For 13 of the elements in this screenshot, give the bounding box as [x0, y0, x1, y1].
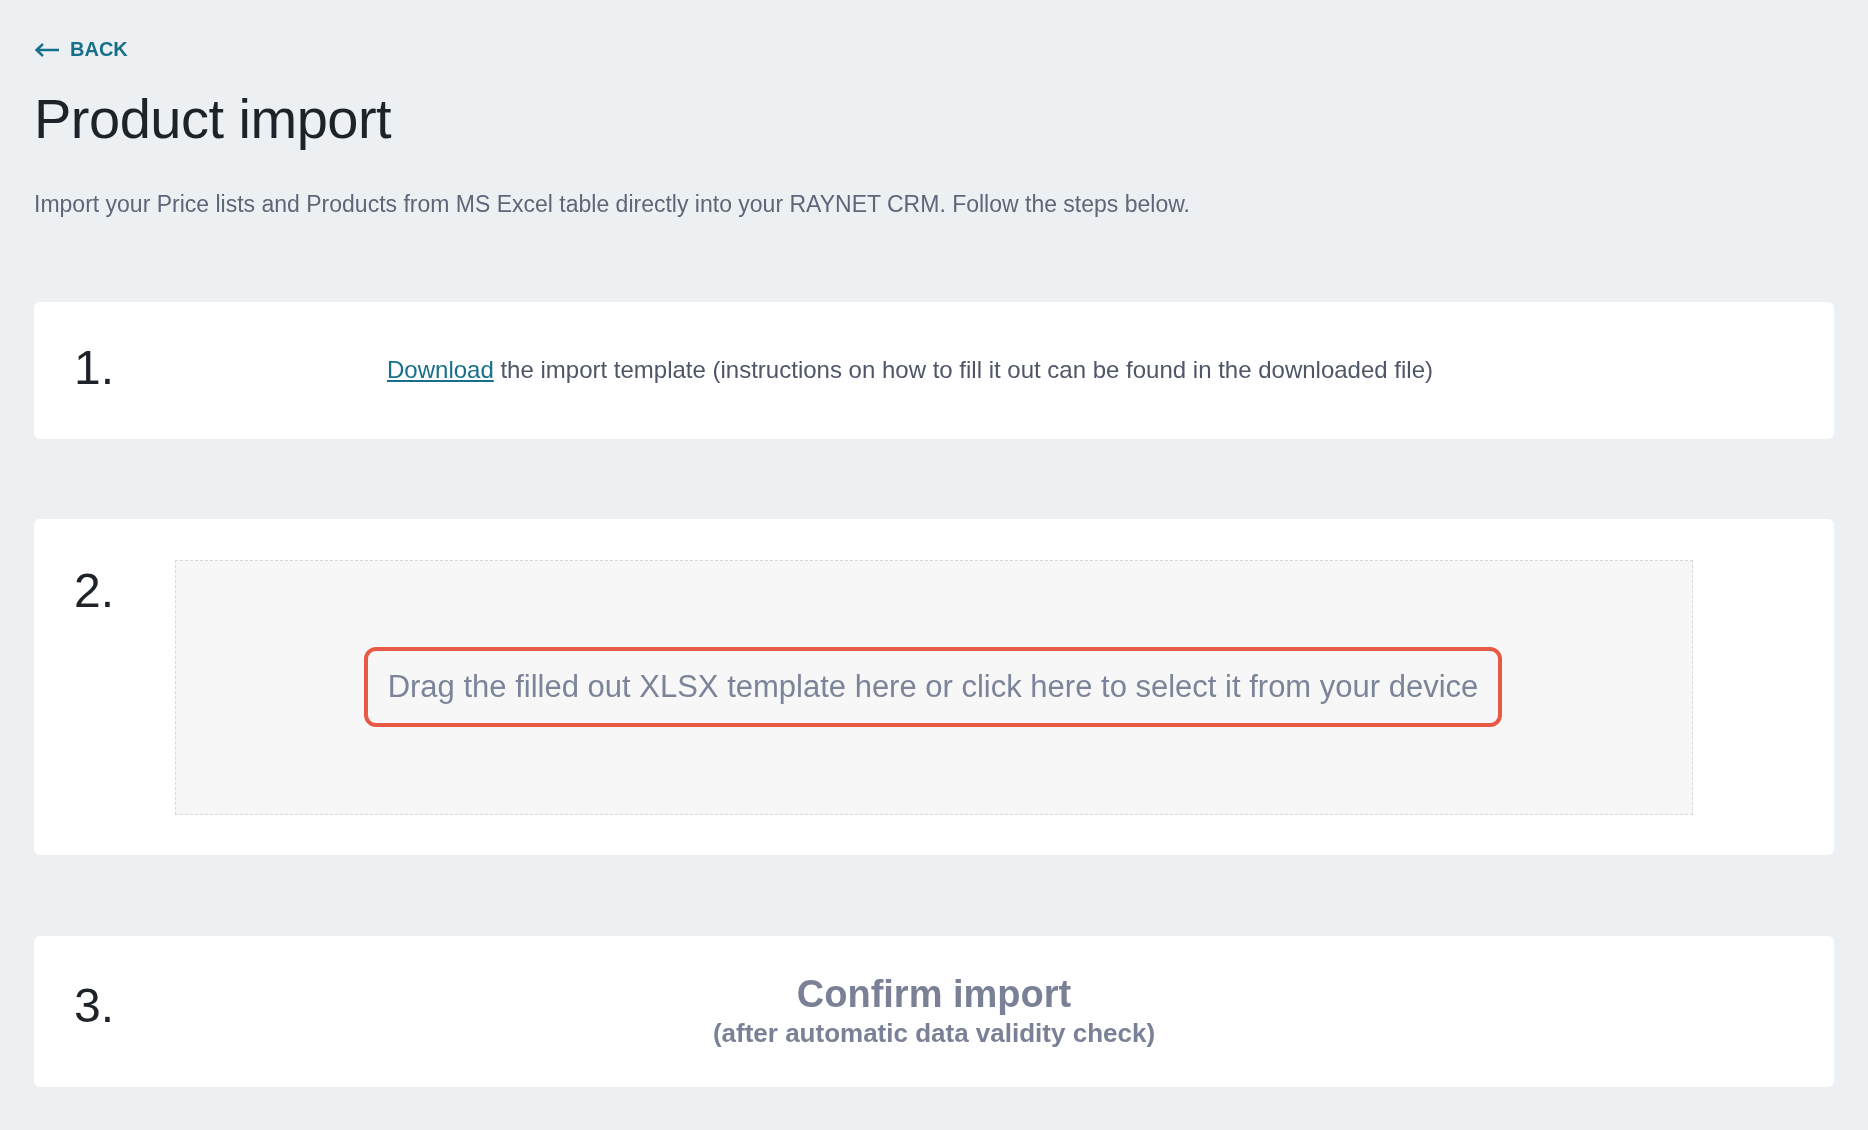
left-arrow-icon — [34, 41, 60, 58]
drop-zone-text: Drag the filled out XLSX template here or click here to select it from your device — [363, 647, 1503, 727]
step-number: 3. — [74, 977, 115, 1033]
step-number: 1. — [74, 339, 115, 395]
confirm-import-note: (after automatic data validity check) — [712, 1018, 1156, 1049]
file-drop-zone[interactable]: Drag the filled out XLSX template here or click here to select it from your device — [175, 559, 1693, 815]
confirm-import-label: Confirm import — [796, 973, 1072, 1016]
download-link[interactable]: Download — [387, 356, 494, 383]
page-title: Product import — [34, 85, 393, 151]
page-description: Import your Price lists and Products from MS Excel table directly into your RAYNET CRM. Follow the steps below. — [34, 190, 1191, 218]
step-number: 2. — [74, 562, 115, 618]
step-instruction: Download the import template (instructions on how to fill it out can be found in the downloaded file) — [387, 356, 1433, 384]
back-link[interactable]: BACK — [34, 38, 128, 61]
